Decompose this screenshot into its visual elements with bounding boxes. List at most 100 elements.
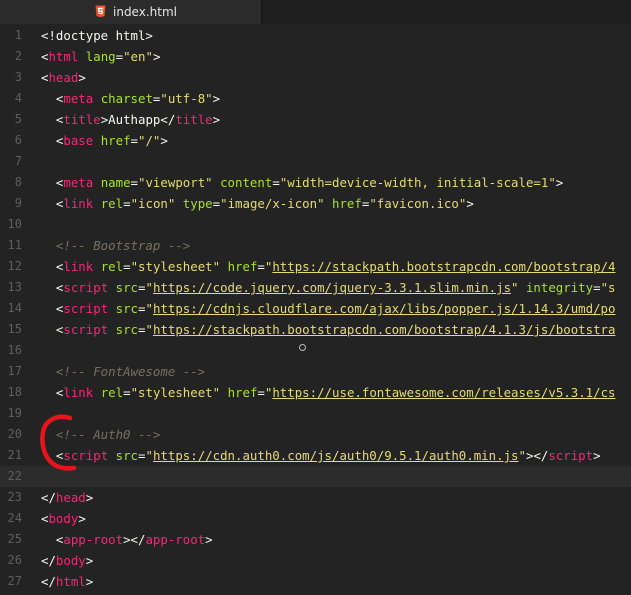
- code-line[interactable]: 11 <!-- Bootstrap -->: [0, 235, 631, 256]
- code-token: <: [41, 280, 64, 295]
- code-token: "en": [123, 49, 153, 64]
- code-token: <: [41, 301, 64, 316]
- code-line[interactable]: 18 <link rel="stylesheet" href="https://…: [0, 382, 631, 403]
- code-text: <head>: [41, 67, 86, 88]
- code-token: https://cdnjs.cloudflare.com/ajax/libs/p…: [152, 301, 616, 316]
- code-line[interactable]: 22: [0, 466, 631, 487]
- code-text: <link rel="stylesheet" href="https://sta…: [41, 256, 616, 277]
- code-text: <meta name="viewport" content="width=dev…: [41, 172, 563, 193]
- code-line[interactable]: 12 <link rel="stylesheet" href="https://…: [0, 256, 631, 277]
- code-token: head: [55, 490, 86, 505]
- code-text: <base href="/">: [41, 130, 168, 151]
- code-token: <: [41, 532, 64, 547]
- code-line[interactable]: 24 <body>: [0, 508, 631, 529]
- code-token: rel: [100, 385, 124, 400]
- code-token: meta: [63, 175, 94, 190]
- line-number: 6: [14, 133, 22, 147]
- line-number: 25: [7, 532, 22, 546]
- code-line[interactable]: 20 <!-- Auth0 -->: [0, 424, 631, 445]
- code-token: "/": [138, 133, 161, 148]
- code-line[interactable]: 21 <script src="https://cdn.auth0.com/js…: [0, 445, 631, 466]
- code-line[interactable]: 4 <meta charset="utf-8">: [0, 88, 631, 109]
- code-line[interactable]: 23 </head>: [0, 487, 631, 508]
- code-token: https://stackpath.bootstrapcdn.com/boots…: [152, 322, 616, 337]
- code-token: https://stackpath.bootstrapcdn.com/boots…: [272, 259, 616, 274]
- code-token: name: [100, 175, 131, 190]
- code-line[interactable]: 1 <!doctype html>: [0, 25, 631, 46]
- code-token: =: [257, 385, 265, 400]
- code-token: >: [212, 112, 221, 127]
- code-text: <script src="https://cdn.auth0.com/js/au…: [41, 445, 601, 466]
- code-token: href: [332, 196, 362, 211]
- code-line[interactable]: 14 <script src="https://cdnjs.cloudflare…: [0, 298, 631, 319]
- code-line[interactable]: 2 <html lang="en">: [0, 46, 631, 67]
- code-token: <: [41, 259, 64, 274]
- code-line[interactable]: 15 <script src="https://stackpath.bootst…: [0, 319, 631, 340]
- line-number: 24: [7, 511, 22, 525]
- code-token: <: [41, 133, 64, 148]
- line-number: 21: [7, 448, 22, 462]
- code-token: charset: [100, 91, 153, 106]
- code-line[interactable]: 19: [0, 403, 631, 424]
- code-token: link: [63, 259, 94, 274]
- code-token: <: [41, 385, 64, 400]
- code-token: >: [85, 574, 94, 589]
- code-token: =: [130, 133, 139, 148]
- code-line[interactable]: 6 <base href="/">: [0, 130, 631, 151]
- line-number: 20: [7, 427, 22, 441]
- code-line[interactable]: 16: [0, 340, 631, 361]
- code-token: link: [63, 385, 94, 400]
- code-token: >: [78, 511, 86, 526]
- code-line[interactable]: 27 </html>: [0, 571, 631, 592]
- code-line[interactable]: 13 <script src = "https://code.jquery.com/…: [0, 277, 631, 298]
- line-number: 8: [14, 175, 22, 189]
- code-token: ": [145, 301, 153, 316]
- code-token: >: [212, 91, 221, 106]
- code-token: =: [593, 280, 601, 295]
- code-token: ></: [525, 448, 549, 463]
- code-text: <script src = "https://code.jquery.com/jqu…: [41, 277, 616, 298]
- code-token: <!-- Bootstrap -->: [41, 238, 191, 253]
- code-line[interactable]: 7: [0, 151, 631, 172]
- code-token: integrity: [525, 280, 594, 295]
- code-token: >: [85, 553, 94, 568]
- code-token: href: [227, 259, 258, 274]
- line-number: 2: [14, 49, 22, 63]
- code-line[interactable]: 3 <head>: [0, 67, 631, 88]
- code-token: =: [130, 175, 139, 190]
- code-token: script: [548, 448, 594, 463]
- code-line[interactable]: 26 </body>: [0, 550, 631, 571]
- code-token: >: [205, 532, 213, 547]
- code-line[interactable]: 25 <app-root></app-root>: [0, 529, 631, 550]
- code-line[interactable]: 9 <link rel="icon" type="image/x-icon" h…: [0, 193, 631, 214]
- code-token: >: [85, 490, 94, 505]
- code-token: >Authapp</: [100, 112, 176, 127]
- code-token: "stylesheet": [130, 385, 221, 400]
- line-number: 17: [7, 364, 22, 378]
- code-text: <title>Authapp</title>: [41, 109, 220, 130]
- code-line[interactable]: 8 <meta name="viewport" content="width=d…: [0, 172, 631, 193]
- code-token: <: [41, 112, 64, 127]
- code-token: https://code.jquery.com/jquery-3.3.1.sli…: [152, 280, 512, 295]
- code-line[interactable]: 5 <title>Authapp</title>: [0, 109, 631, 130]
- code-line[interactable]: 17 <!-- FontAwesome -->: [0, 361, 631, 382]
- code-editor[interactable]: 1 <!doctype html> 2 <html lang="en"> 3 <head>…: [0, 24, 631, 595]
- line-number: 18: [7, 385, 22, 399]
- code-token: >: [466, 196, 474, 211]
- code-token: >: [555, 175, 564, 190]
- code-text: <link rel="stylesheet" href="https://use…: [41, 382, 616, 403]
- code-token: <: [41, 175, 64, 190]
- code-token: html: [48, 49, 79, 64]
- tab-index-html[interactable]: index.html: [0, 0, 262, 24]
- code-token: "image/x-icon": [220, 196, 325, 211]
- code-line[interactable]: 10: [0, 214, 631, 235]
- code-token: </: [41, 553, 56, 568]
- line-number: 23: [7, 490, 22, 504]
- code-token: href: [100, 133, 131, 148]
